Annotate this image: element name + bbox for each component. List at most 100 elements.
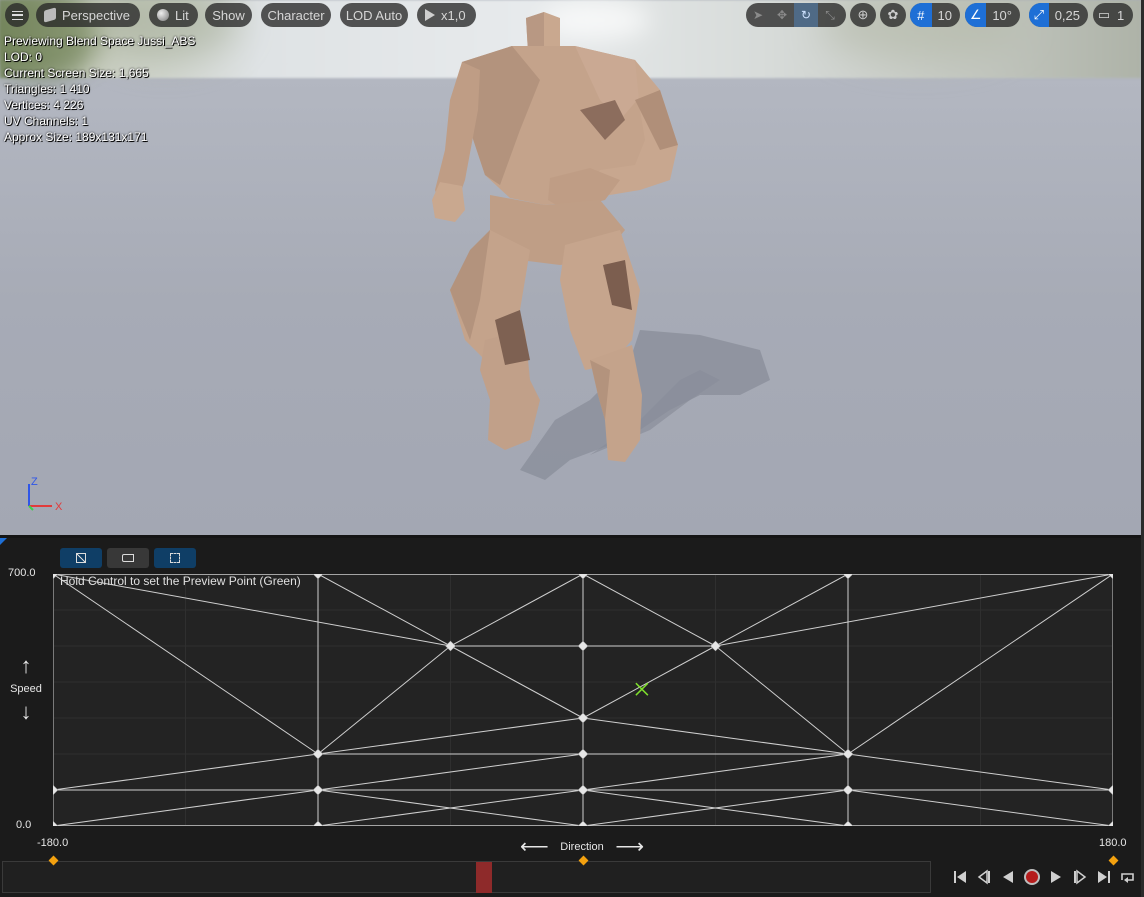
- triangulation-icon: [76, 553, 86, 563]
- viewport[interactable]: Previewing Blend Space Jussi_ABS LOD: 0 …: [0, 0, 1141, 535]
- lod-button[interactable]: LOD Auto: [340, 3, 408, 27]
- select-mode-icon[interactable]: ➤: [746, 3, 770, 27]
- world-local-button[interactable]: ⊕: [850, 3, 876, 27]
- play-icon: [1051, 871, 1061, 883]
- blend-sample-point[interactable]: [312, 574, 324, 580]
- blend-sample-point[interactable]: [53, 784, 59, 796]
- globe-icon: ⊕: [857, 7, 869, 22]
- y-axis-name: Speed: [10, 683, 42, 695]
- lit-label: Lit: [175, 7, 189, 23]
- transform-mode-group: ➤ ✥ ↻ ⤡: [746, 3, 846, 27]
- show-labels-button[interactable]: [107, 548, 149, 568]
- blend-sample-point[interactable]: [53, 820, 59, 826]
- play-icon: [425, 9, 435, 21]
- blend-sample-point[interactable]: [1107, 784, 1113, 796]
- triangulation-toggle-button[interactable]: [60, 548, 102, 568]
- rotation-snap-value: 10°: [992, 7, 1012, 23]
- loop-button[interactable]: [1118, 866, 1138, 888]
- lod-label: LOD Auto: [345, 7, 403, 23]
- step-forward-button[interactable]: [1070, 866, 1090, 888]
- scale-mode-icon[interactable]: ⤡: [818, 3, 842, 27]
- scale-snap-icon[interactable]: ⤢: [1029, 3, 1049, 27]
- play-button[interactable]: [1046, 866, 1066, 888]
- preview-point-marker[interactable]: [635, 682, 649, 696]
- stats-preview-name: Previewing Blend Space Jussi_ABS: [4, 34, 196, 48]
- viewport-stats: Previewing Blend Space Jussi_ABS LOD: 0 …: [4, 33, 195, 145]
- play-reverse-icon: [1003, 871, 1013, 883]
- lit-button[interactable]: Lit: [149, 3, 198, 27]
- camera-speed-value: 1: [1117, 7, 1125, 23]
- skip-to-start-icon: [954, 871, 966, 883]
- stats-triangles: Triangles: 1 410: [4, 82, 90, 96]
- rotate-mode-icon[interactable]: ↻: [794, 3, 818, 27]
- translate-mode-icon[interactable]: ✥: [770, 3, 794, 27]
- fit-view-button[interactable]: [154, 548, 196, 568]
- stats-lod: LOD: 0: [4, 50, 43, 64]
- x-axis-min-label: -180.0: [37, 837, 69, 849]
- arrow-down-icon: ↓: [20, 699, 32, 724]
- blendspace-grid[interactable]: [53, 574, 1113, 826]
- record-icon: [1024, 869, 1040, 885]
- perspective-button[interactable]: Perspective: [36, 3, 140, 27]
- stats-uv-channels: UV Channels: 1: [4, 114, 89, 128]
- gizmo-x-label: X: [55, 501, 63, 513]
- y-axis-max-label: 700.0: [8, 567, 36, 579]
- perspective-label: Perspective: [62, 7, 130, 23]
- timeline-playhead[interactable]: [476, 862, 492, 893]
- show-label: Show: [212, 7, 245, 23]
- scale-snap-value: 0,25: [1054, 7, 1080, 23]
- arrow-up-icon: ↑: [20, 653, 32, 678]
- step-forward-icon: [1074, 869, 1087, 885]
- blend-sample-point[interactable]: [577, 748, 589, 760]
- tag-icon: [122, 554, 134, 562]
- grid-snap-control[interactable]: # 10: [910, 3, 960, 27]
- blend-sample-point[interactable]: [842, 820, 854, 826]
- blend-sample-point[interactable]: [312, 820, 324, 826]
- skip-to-end-button[interactable]: [1094, 866, 1114, 888]
- blend-sample-point[interactable]: [577, 820, 589, 826]
- stats-approx-size: Approx Size: 189x131x171: [4, 130, 148, 144]
- x-axis-name: Direction: [560, 840, 604, 853]
- show-button[interactable]: Show: [205, 3, 252, 27]
- angle-snap-icon[interactable]: ∠: [965, 3, 987, 27]
- skip-to-start-button[interactable]: [950, 866, 970, 888]
- gizmo-z-label: Z: [31, 476, 38, 488]
- blend-sample-point[interactable]: [577, 712, 589, 724]
- step-back-button[interactable]: [974, 866, 994, 888]
- grid-snap-icon[interactable]: #: [910, 3, 932, 27]
- panel-corner-marker: [0, 538, 7, 545]
- triangulation-edge: [317, 645, 451, 755]
- blend-sample-point[interactable]: [842, 574, 854, 580]
- record-button[interactable]: [1022, 866, 1042, 888]
- blendspace-toolbar: [60, 548, 196, 568]
- lit-sphere-icon: [157, 9, 169, 21]
- character-label: Character: [267, 7, 325, 23]
- blend-sample-point[interactable]: [577, 640, 589, 652]
- surface-snap-button[interactable]: ✿: [880, 3, 906, 27]
- play-reverse-button[interactable]: [998, 866, 1018, 888]
- triangulation-edge: [715, 645, 849, 755]
- stats-vertices: Vertices: 4 226: [4, 98, 84, 112]
- camera-icon[interactable]: ▭: [1093, 3, 1115, 27]
- blend-sample-point[interactable]: [577, 784, 589, 796]
- skip-to-end-icon: [1098, 871, 1110, 883]
- arrow-left-icon: ⟵: [520, 836, 549, 858]
- blendspace-grid-svg[interactable]: [53, 574, 1113, 826]
- cube-icon: [44, 7, 56, 23]
- arrow-right-icon: ⟶: [615, 836, 644, 858]
- camera-speed-control[interactable]: ▭ 1: [1093, 3, 1133, 27]
- rotation-snap-control[interactable]: ∠ 10°: [965, 3, 1020, 27]
- timeline-track[interactable]: [2, 861, 931, 893]
- character-button[interactable]: Character: [261, 3, 331, 27]
- snap-surface-icon: ✿: [887, 7, 899, 22]
- blend-sample-point[interactable]: [312, 784, 324, 796]
- play-speed-label: x1,0: [441, 7, 466, 23]
- blend-sample-point[interactable]: [577, 574, 589, 580]
- hamburger-menu-icon: [11, 10, 23, 20]
- grid-snap-value: 10: [937, 7, 952, 23]
- scale-snap-control[interactable]: ⤢ 0,25: [1029, 3, 1088, 27]
- play-speed-button[interactable]: x1,0: [417, 3, 476, 27]
- blend-sample-point[interactable]: [842, 784, 854, 796]
- viewport-menu-button[interactable]: [5, 3, 29, 27]
- blend-sample-point[interactable]: [1107, 820, 1113, 826]
